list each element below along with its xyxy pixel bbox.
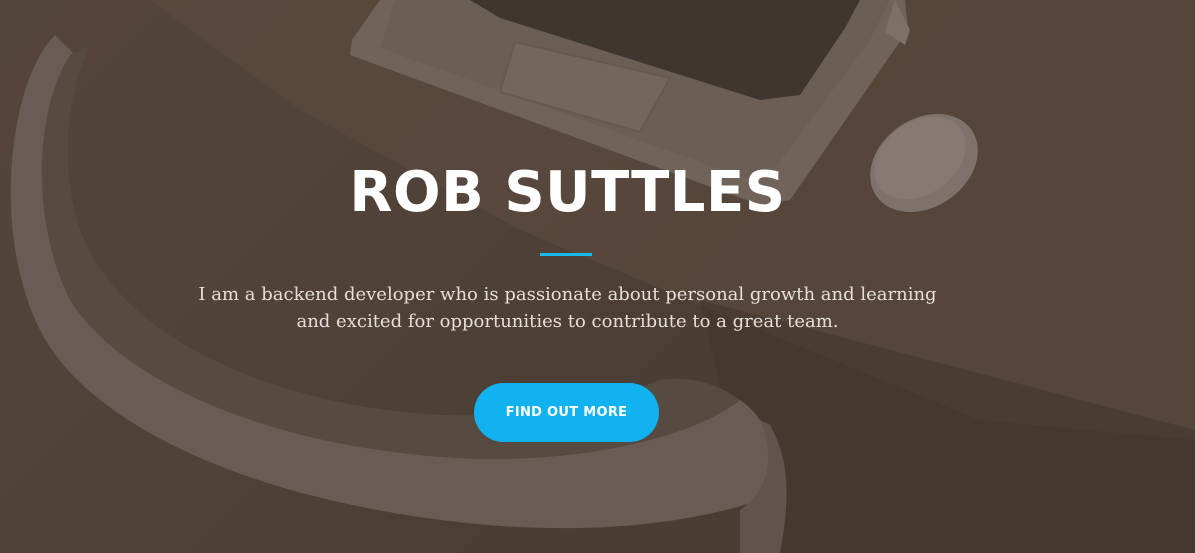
hero-title: ROB SUTTLES xyxy=(349,160,786,225)
hero-section: ROB SUTTLES I am a backend developer who… xyxy=(0,0,1195,553)
find-out-more-button[interactable]: FIND OUT MORE xyxy=(474,383,659,442)
hero-tagline: I am a backend developer who is passiona… xyxy=(198,284,937,332)
hero-content: ROB SUTTLES I am a backend developer who… xyxy=(0,0,1195,553)
title-divider xyxy=(540,253,592,256)
